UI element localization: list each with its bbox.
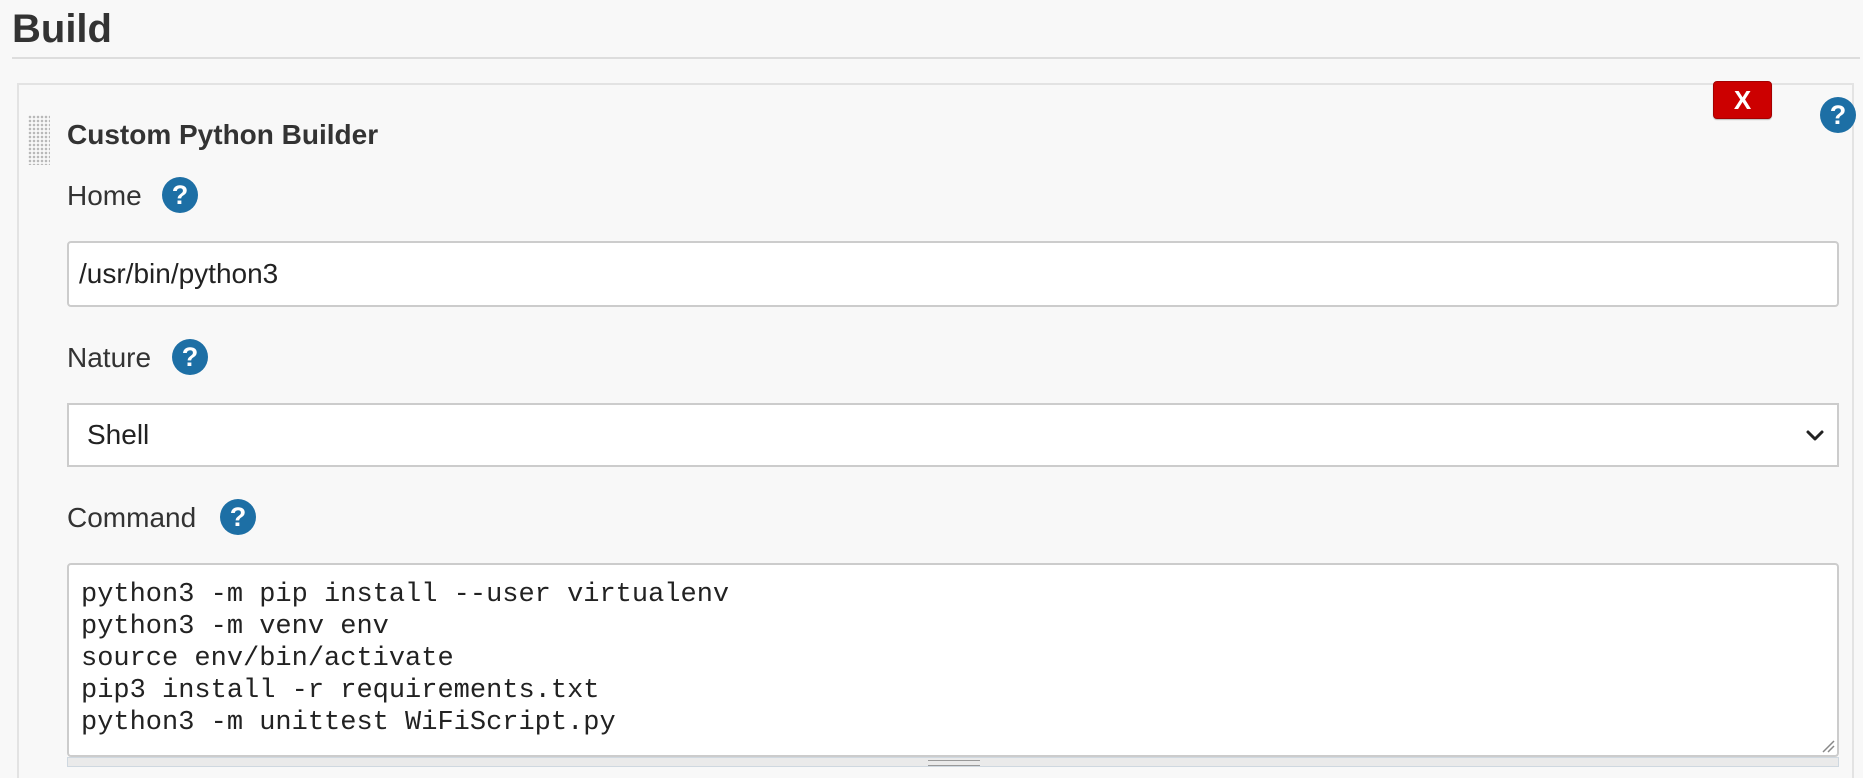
resize-grip-icon[interactable]	[1819, 737, 1835, 753]
section-title: Build	[12, 7, 112, 51]
chevron-down-icon	[1806, 430, 1824, 441]
command-line: pip3 install -r requirements.txt	[81, 676, 600, 706]
home-input[interactable]	[67, 241, 1839, 307]
command-help-icon[interactable]: ?	[220, 499, 256, 535]
delete-builder-button[interactable]: X	[1713, 81, 1772, 119]
resize-bar-grip-icon	[928, 760, 980, 766]
command-line: python3 -m unittest WiFiScript.py	[81, 708, 616, 738]
command-line: python3 -m venv env	[81, 612, 389, 642]
nature-select[interactable]: Shell	[67, 403, 1839, 467]
command-line: source env/bin/activate	[81, 644, 454, 674]
builder-title: Custom Python Builder	[67, 119, 379, 150]
builder-help-icon[interactable]: ?	[1820, 97, 1856, 133]
home-label: Home	[67, 180, 142, 211]
home-help-icon[interactable]: ?	[162, 177, 198, 213]
nature-selected-value: Shell	[87, 419, 150, 450]
command-textarea[interactable]: python3 -m pip install --user virtualenv…	[67, 563, 1839, 757]
command-label: Command	[67, 502, 197, 533]
drag-handle-icon[interactable]	[28, 115, 50, 165]
nature-label: Nature	[67, 342, 152, 373]
textarea-resize-bar[interactable]	[67, 757, 1839, 767]
build-page: Build Custom Python Builder X ? Home ? N…	[0, 0, 1863, 778]
section-divider	[12, 57, 1860, 59]
command-line: python3 -m pip install --user virtualenv	[81, 580, 730, 610]
custom-python-builder-panel: Custom Python Builder X ? Home ? Nature …	[17, 81, 1856, 778]
nature-help-icon[interactable]: ?	[172, 339, 208, 375]
